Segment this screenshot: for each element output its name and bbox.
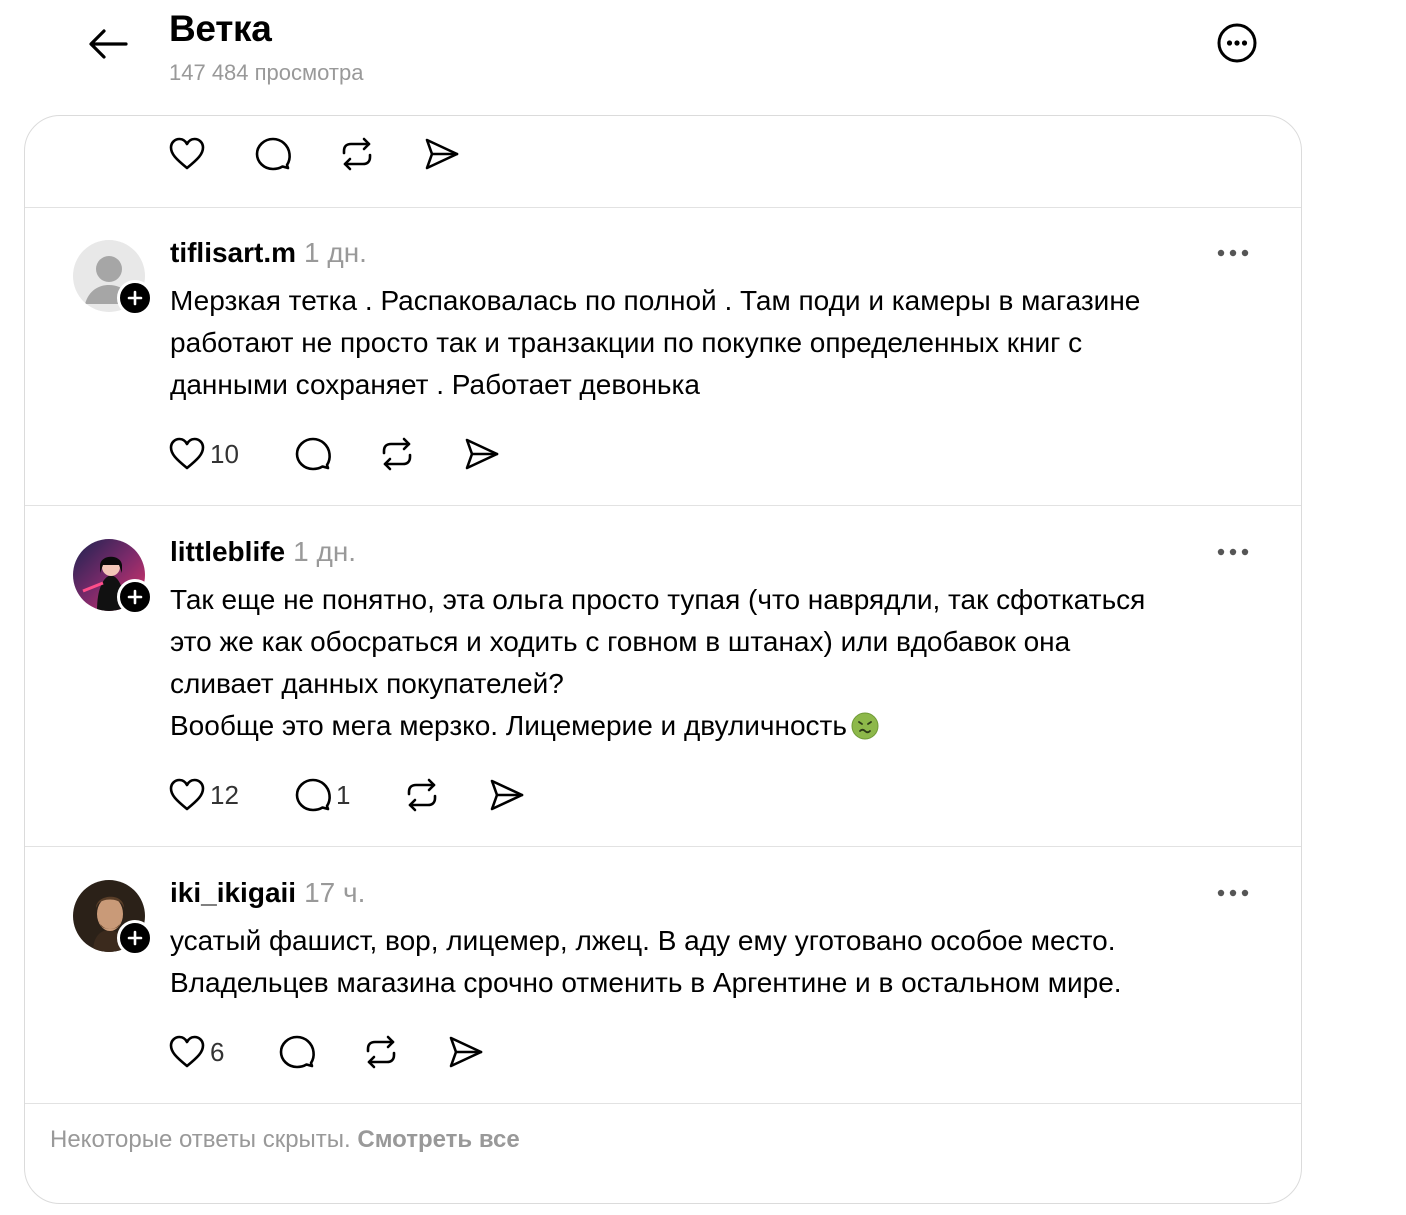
post-time: 17 ч. [304,877,366,908]
reply-button[interactable]: 1 [294,776,350,814]
post-text: Мерзкая тетка . Распаковалась по полной … [170,280,1270,406]
page-title: Ветка [169,8,272,49]
repost-button[interactable] [403,776,441,814]
three-dots-icon [1217,249,1249,257]
post-text-line: работают не просто так и транзакции по п… [170,327,1083,358]
reply-button[interactable] [254,135,292,173]
reply-post: littleblife 1 дн. Так еще не понятно, эта… [25,506,1301,847]
username-text[interactable]: tiflisart.m [170,237,296,268]
heart-icon [168,435,206,473]
post-text-line: Так еще не понятно, эта ольга просто туп… [170,584,1146,615]
send-icon [423,135,461,173]
reply-post: tiflisart.m 1 дн. Мерзкая тетка . Распако… [25,207,1301,506]
post-more-button[interactable] [1215,243,1255,263]
post-more-button[interactable] [1215,883,1255,903]
see-all-link[interactable]: Смотреть все [357,1126,519,1153]
follow-button[interactable] [117,920,153,956]
more-circle-icon[interactable] [1214,20,1260,66]
three-dots-icon [1217,548,1249,556]
share-button[interactable] [488,776,526,814]
hidden-replies-text: Некоторые ответы скрыты. [50,1126,351,1153]
send-icon [463,435,501,473]
like-button[interactable]: 10 [168,435,239,473]
like-count: 12 [210,779,239,810]
post-text-line-last: Вообще это мега мерзко. Лицемерие и двул… [170,705,1270,747]
username[interactable]: iki_ikigaii 17 ч. [170,877,365,909]
comment-bubble-icon [294,776,332,814]
plus-icon [127,589,143,605]
share-button[interactable] [447,1033,485,1071]
repost-button[interactable] [362,1033,400,1071]
like-button[interactable]: 6 [168,1033,224,1071]
three-dots-icon [1217,889,1249,897]
repost-button[interactable] [378,435,416,473]
post-text-line: Мерзкая тетка . Распаковалась по полной … [170,285,1141,316]
heart-icon [168,776,206,814]
post-text-line: сливает данных покупателей? [170,668,564,699]
post-text: Так еще не понятно, эта ольга просто туп… [170,579,1270,747]
share-button[interactable] [463,435,501,473]
post-text-line: это же как обосраться и ходить с говном … [170,626,1071,657]
like-count: 6 [210,1036,225,1067]
repost-icon [338,135,376,173]
plus-icon [127,930,143,946]
username[interactable]: littleblife 1 дн. [170,536,356,568]
username-text[interactable]: iki_ikigaii [170,877,296,908]
reply-count: 1 [336,779,351,810]
repost-icon [378,435,416,473]
post-text-line: усатый фашист, вор, лицемер, лжец. В аду… [170,925,1116,956]
like-button[interactable] [168,135,206,173]
post-text-line: данными сохраняет . Работает девонька [170,369,700,400]
back-arrow-icon[interactable] [84,20,132,68]
reply-post: iki_ikigaii 17 ч. усатый фашист, вор, лиц… [25,847,1301,1104]
send-icon [488,776,526,814]
heart-icon [168,135,206,173]
share-button[interactable] [423,135,461,173]
reply-button[interactable] [278,1033,316,1071]
heart-icon [168,1033,206,1071]
repost-icon [403,776,441,814]
plus-icon [127,290,143,306]
post-time: 1 дн. [304,237,367,268]
thread-card: tiflisart.m 1 дн. Мерзкая тетка . Распако… [24,115,1302,1204]
post-text-line: Вообще это мега мерзко. Лицемерие и двул… [170,710,847,741]
hidden-replies-notice: Некоторые ответы скрыты. Смотреть все [50,1126,520,1154]
like-button[interactable]: 12 [168,776,239,814]
username[interactable]: tiflisart.m 1 дн. [170,237,367,269]
post-text-line: Владельцев магазина срочно отменить в Ар… [170,967,1122,998]
view-count: 147 484 просмотра [169,60,364,85]
reply-button[interactable] [294,435,332,473]
repost-icon [362,1033,400,1071]
parent-post-actions [25,116,1301,208]
comment-bubble-icon [278,1033,316,1071]
username-text[interactable]: littleblife [170,536,285,567]
nauseated-face-emoji [851,710,879,740]
post-more-button[interactable] [1215,542,1255,562]
repost-button[interactable] [338,135,376,173]
post-text: усатый фашист, вор, лицемер, лжец. В аду… [170,920,1270,1004]
follow-button[interactable] [117,579,153,615]
follow-button[interactable] [117,280,153,316]
send-icon [447,1033,485,1071]
comment-bubble-icon [294,435,332,473]
like-count: 10 [210,438,239,469]
post-time: 1 дн. [293,536,357,567]
comment-bubble-icon [254,135,292,173]
